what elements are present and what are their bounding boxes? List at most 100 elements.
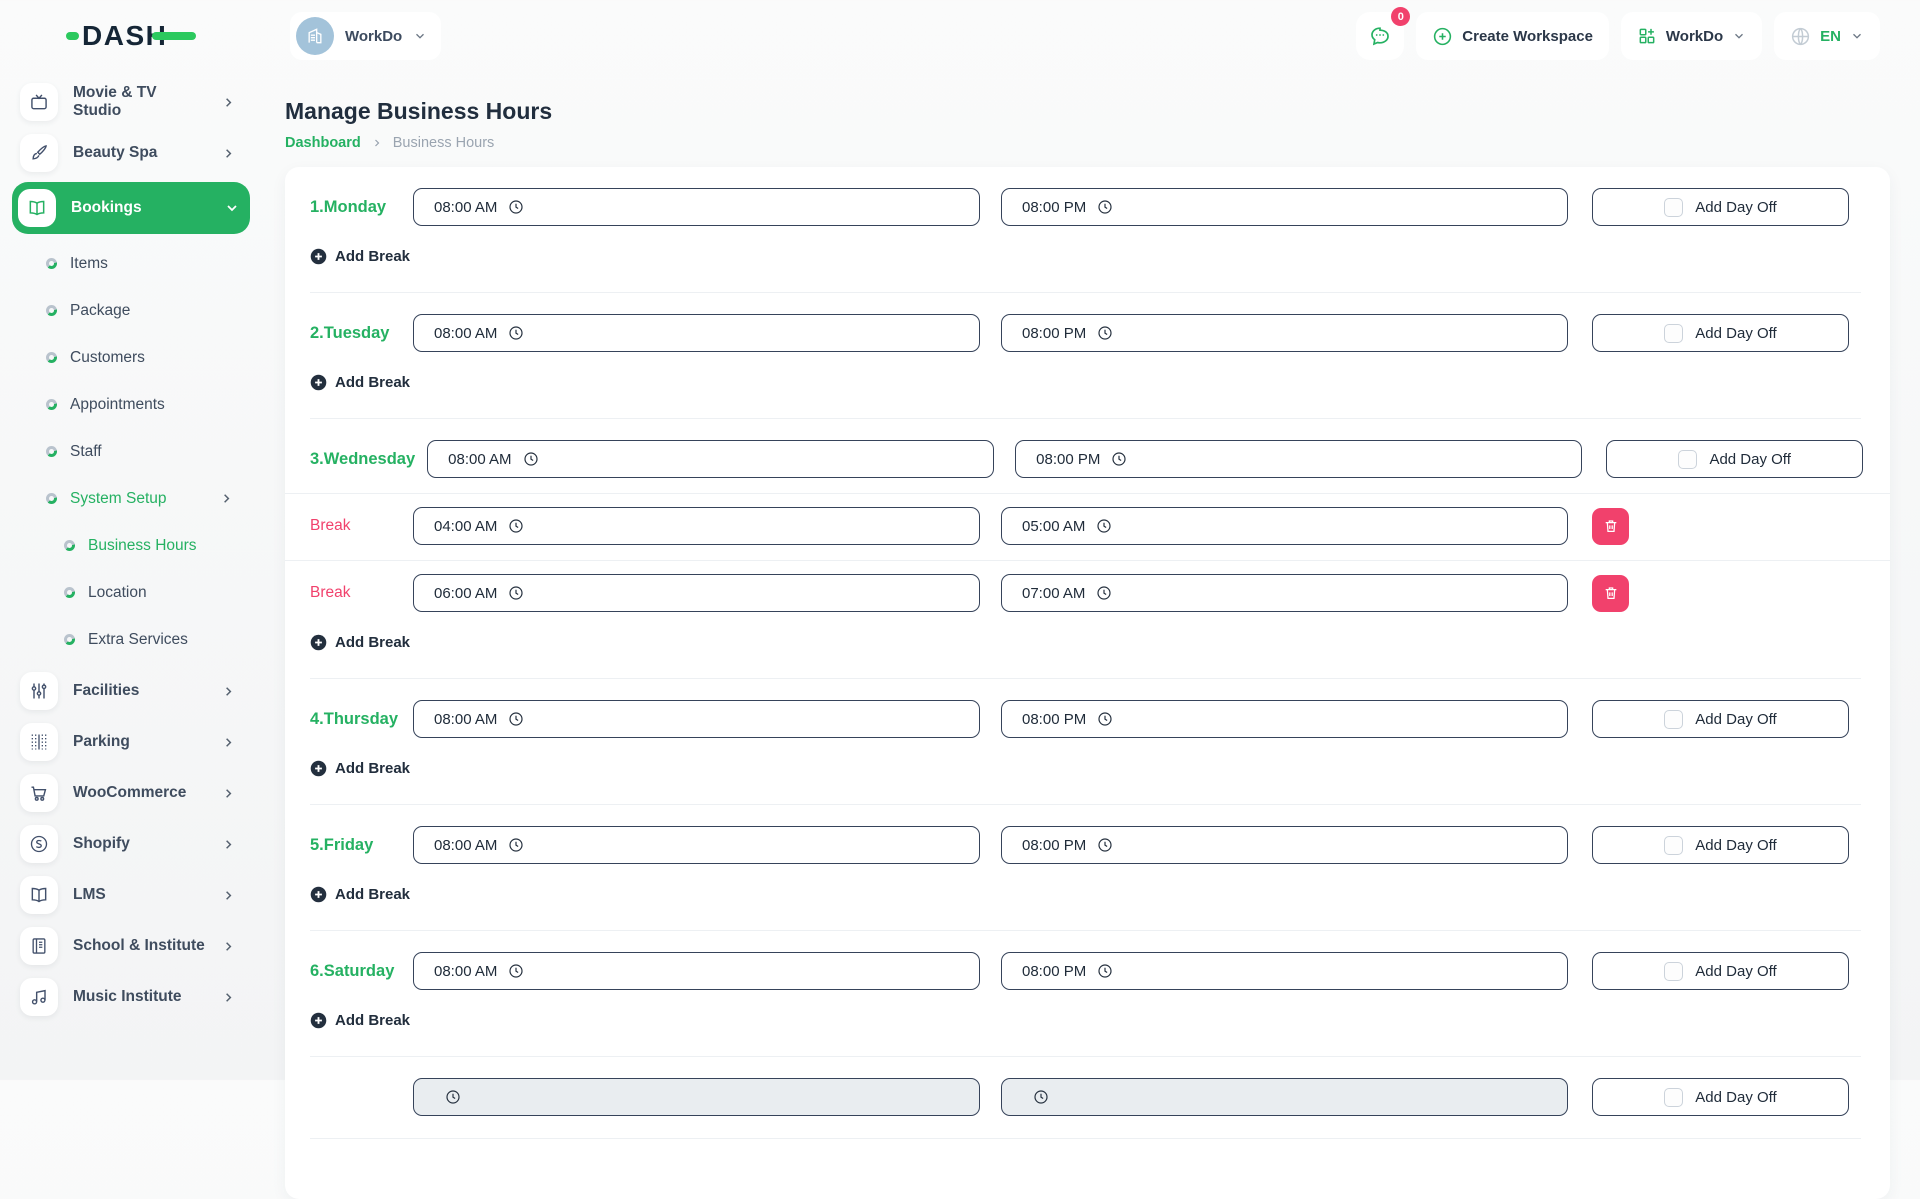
day-off-checkbox[interactable]	[1664, 1088, 1683, 1107]
language-code: EN	[1820, 28, 1841, 45]
sidebar-item-beauty-spa[interactable]: Beauty Spa	[14, 130, 246, 176]
workspace-name: WorkDo	[345, 28, 402, 45]
day-section: 5.Friday08:00 AM 08:00 PM Add Day Off Add B…	[310, 805, 1861, 931]
page-title: Manage Business Hours	[285, 98, 1890, 125]
break-end-time-input[interactable]: 07:00 AM	[1001, 574, 1568, 612]
sidebar-item-bookings[interactable]: Bookings	[12, 182, 250, 234]
add-day-off-toggle[interactable]: Add Day Off	[1592, 826, 1849, 864]
sidebar-item-extra-services[interactable]: Extra Services	[12, 616, 250, 663]
day-row: 4.Thursday08:00 AM08:00 PMAdd Day Off	[310, 700, 1861, 738]
end-time-input[interactable]: 08:00 PM	[1015, 440, 1582, 478]
sidebar-item-location[interactable]: Location	[12, 569, 250, 616]
day-label: 2.Tuesday	[310, 324, 413, 343]
chevron-down-icon	[1850, 29, 1864, 43]
cart-icon	[20, 774, 58, 812]
day-label: 3.Wednesday	[310, 450, 427, 469]
grid-plus-icon	[1637, 26, 1657, 46]
end-time-input[interactable]	[1001, 1078, 1568, 1116]
sidebar-item-label: Facilities	[73, 682, 139, 700]
app-logo[interactable]: DASH	[66, 16, 196, 56]
add-break-button[interactable]: Add Break	[310, 634, 410, 651]
sidebar-item-shopify[interactable]: Shopify	[14, 821, 246, 867]
sidebar-item-business-hours[interactable]: Business Hours	[12, 522, 250, 569]
bullet-icon	[46, 305, 57, 316]
add-day-off-toggle[interactable]: Add Day Off	[1606, 440, 1863, 478]
start-time-input[interactable]: 08:00 AM	[427, 440, 994, 478]
day-off-checkbox[interactable]	[1678, 450, 1697, 469]
add-day-off-label: Add Day Off	[1695, 963, 1776, 980]
tv-icon	[20, 83, 58, 121]
day-label: 5.Friday	[310, 836, 413, 855]
sidebar-item-items[interactable]: Items	[12, 240, 250, 287]
end-time-input[interactable]: 08:00 PM	[1001, 188, 1568, 226]
workspace-menu-button[interactable]: WorkDo	[1621, 12, 1762, 60]
sidebar-item-facilities[interactable]: Facilities	[14, 668, 246, 714]
start-time-input[interactable]: 08:00 AM	[413, 952, 980, 990]
day-row: Add Day Off	[310, 1078, 1861, 1116]
breadcrumb-dashboard-link[interactable]: Dashboard	[285, 135, 361, 151]
break-row: Break04:00 AM05:00 AM	[310, 507, 1861, 545]
clock-icon	[508, 837, 524, 853]
add-day-off-label: Add Day Off	[1695, 1089, 1776, 1106]
chevron-right-icon	[219, 491, 234, 506]
add-break-button[interactable]: Add Break	[310, 374, 410, 391]
start-time-input[interactable]: 08:00 AM	[413, 826, 980, 864]
add-break-button[interactable]: Add Break	[310, 1012, 410, 1029]
breadcrumb: Dashboard Business Hours	[285, 135, 1890, 151]
add-day-off-toggle[interactable]: Add Day Off	[1592, 1078, 1849, 1116]
day-section: 3.Wednesday08:00 AM08:00 PMAdd Day OffBr…	[310, 419, 1861, 679]
add-day-off-toggle[interactable]: Add Day Off	[1592, 188, 1849, 226]
sidebar-item-staff[interactable]: Staff	[12, 428, 250, 475]
workspace-switcher[interactable]: WorkDo	[290, 12, 441, 60]
sidebar-item-package[interactable]: Package	[12, 287, 250, 334]
day-off-checkbox[interactable]	[1664, 836, 1683, 855]
sidebar-item-music-institute[interactable]: Music Institute	[14, 974, 246, 1020]
chevron-right-icon	[221, 888, 236, 903]
sidebar-item-customers[interactable]: Customers	[12, 334, 250, 381]
add-break-button[interactable]: Add Break	[310, 886, 410, 903]
book-icon	[20, 876, 58, 914]
end-time-input[interactable]: 08:00 PM	[1001, 952, 1568, 990]
sidebar-item-lms[interactable]: LMS	[14, 872, 246, 918]
plus-circle-icon	[310, 374, 327, 391]
sidebar-item-parking[interactable]: Parking	[14, 719, 246, 765]
trash-icon	[1603, 585, 1619, 601]
add-day-off-toggle[interactable]: Add Day Off	[1592, 952, 1849, 990]
end-time-input[interactable]: 08:00 PM	[1001, 700, 1568, 738]
messages-button[interactable]: 0	[1356, 12, 1404, 60]
add-break-button[interactable]: Add Break	[310, 248, 410, 265]
break-end-time-input[interactable]: 05:00 AM	[1001, 507, 1568, 545]
sidebar-item-movie-tv-studio[interactable]: Movie & TV Studio	[14, 79, 246, 125]
break-start-time-input[interactable]: 06:00 AM	[413, 574, 980, 612]
delete-break-button[interactable]	[1592, 508, 1629, 545]
sidebar-item-system-setup[interactable]: System Setup	[12, 475, 250, 522]
start-time-input[interactable]: 08:00 AM	[413, 700, 980, 738]
sidebar-item-appointments[interactable]: Appointments	[12, 381, 250, 428]
day-off-checkbox[interactable]	[1664, 962, 1683, 981]
chevron-right-icon	[221, 146, 236, 161]
end-time-input[interactable]: 08:00 PM	[1001, 314, 1568, 352]
add-day-off-label: Add Day Off	[1695, 325, 1776, 342]
start-time-input[interactable]: 08:00 AM	[413, 314, 980, 352]
add-day-off-toggle[interactable]: Add Day Off	[1592, 700, 1849, 738]
globe-icon	[1790, 26, 1811, 47]
end-time-input[interactable]: 08:00 PM	[1001, 826, 1568, 864]
sidebar-item-label: Beauty Spa	[73, 144, 157, 162]
sidebar-item-school-institute[interactable]: School & Institute	[14, 923, 246, 969]
create-workspace-button[interactable]: Create Workspace	[1416, 12, 1609, 60]
clock-icon	[1097, 837, 1113, 853]
language-selector[interactable]: EN	[1774, 12, 1880, 60]
delete-break-button[interactable]	[1592, 575, 1629, 612]
add-break-button[interactable]: Add Break	[310, 760, 410, 777]
chat-bubble-icon	[1368, 24, 1392, 48]
chevron-right-icon	[221, 939, 236, 954]
sidebar-item-woocommerce[interactable]: WooCommerce	[14, 770, 246, 816]
day-off-checkbox[interactable]	[1664, 710, 1683, 729]
start-time-input[interactable]	[413, 1078, 980, 1116]
break-start-time-input[interactable]: 04:00 AM	[413, 507, 980, 545]
day-off-checkbox[interactable]	[1664, 324, 1683, 343]
day-off-checkbox[interactable]	[1664, 198, 1683, 217]
start-time-input[interactable]: 08:00 AM	[413, 188, 980, 226]
plus-circle-icon	[310, 760, 327, 777]
add-day-off-toggle[interactable]: Add Day Off	[1592, 314, 1849, 352]
